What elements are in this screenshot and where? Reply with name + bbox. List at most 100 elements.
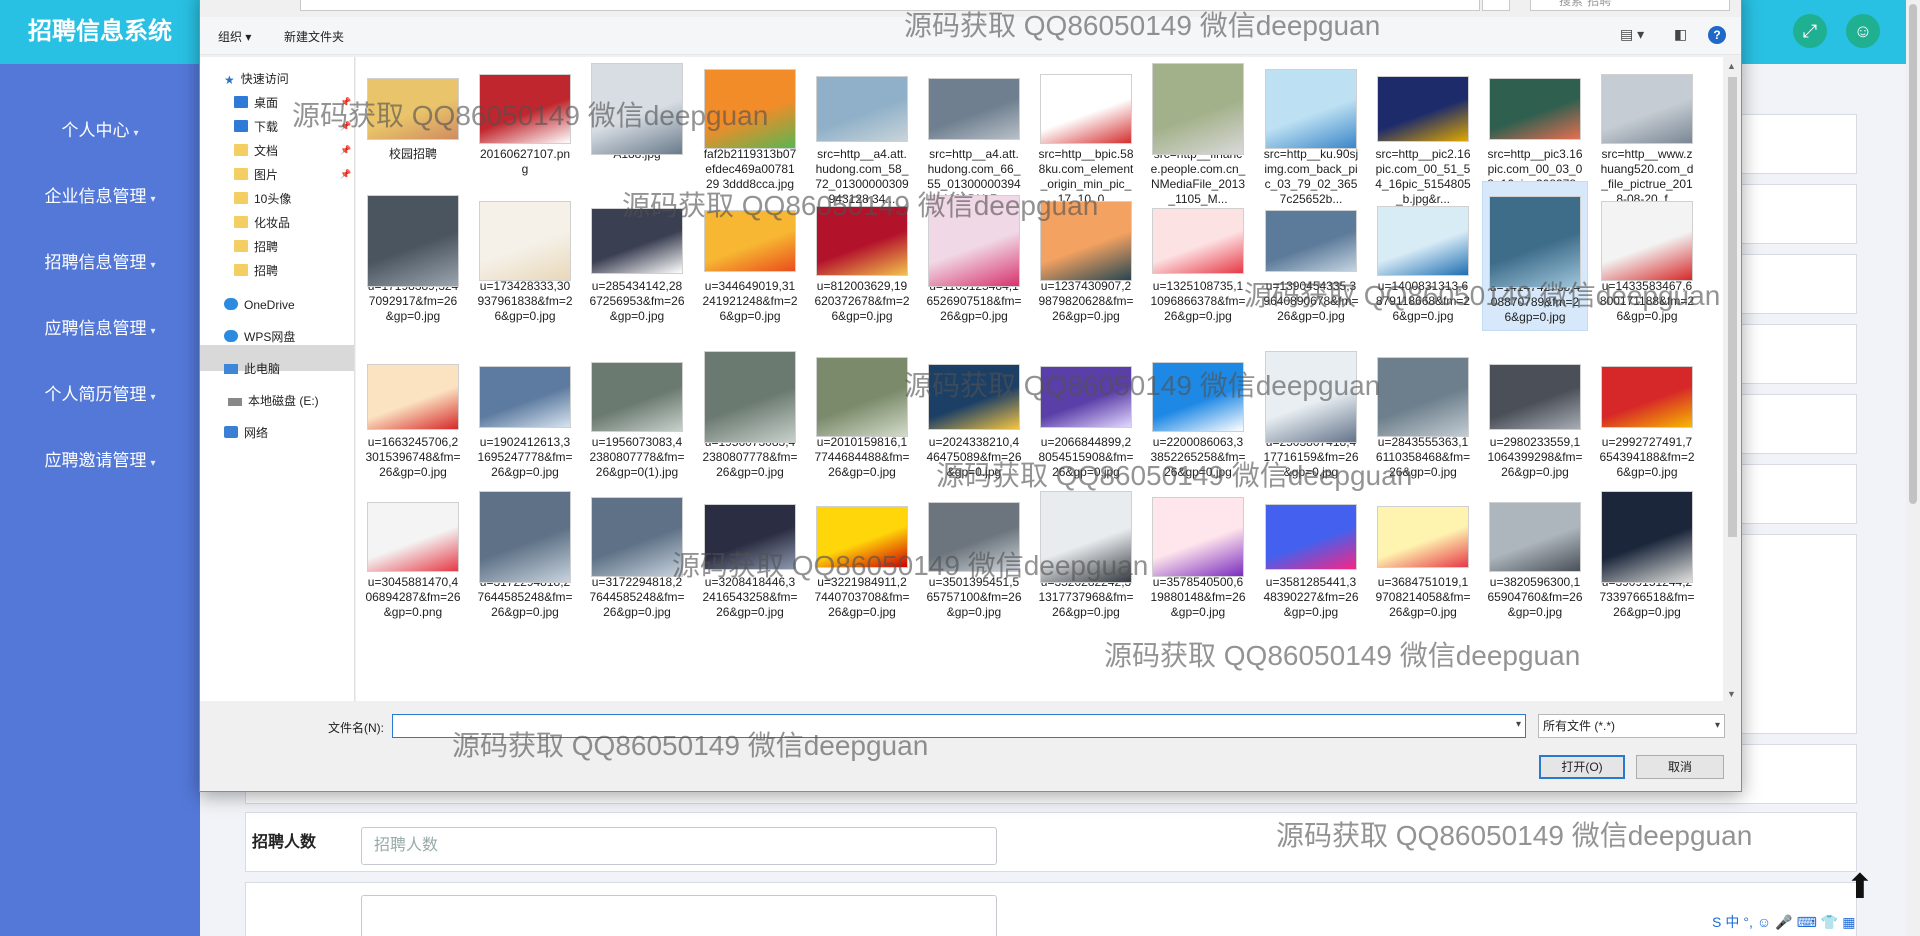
file-item[interactable]: src=http__ku.90sjimg.com_back_pic_03_79_… [1258,57,1364,206]
ime-glyph[interactable]: 🎤 [1775,914,1792,930]
address-bar[interactable] [300,0,1480,11]
file-list-scrollbar-thumb[interactable] [1728,77,1737,537]
file-item[interactable]: u=173428333,30937961838&fm=26&gp=0.jpg [472,181,578,331]
file-item[interactable]: u=2980233559,11064399298&fm=26&gp=0.jpg [1482,337,1588,487]
nav-item[interactable]: 此电脑 [224,357,280,381]
file-item[interactable]: u=3045881470,406894287&fm=26&gp=0.png [360,477,466,627]
refresh-button[interactable] [1482,0,1510,11]
nav-item[interactable]: 本地磁盘 (E:) [228,389,319,413]
file-item[interactable]: src=http__finance.people.com.cn_NMediaFi… [1145,57,1251,206]
chevron-down-icon[interactable]: ▾ [1715,715,1720,737]
file-item[interactable]: src=http__pic3.16pic.com_00_03_08_16pic_… [1482,57,1588,206]
sidebar-item[interactable]: 应聘邀请管理 ▾ [0,428,200,494]
file-item[interactable]: u=1433583467,6800171188&fm=26&gp=0.jpg [1594,181,1700,331]
file-item[interactable]: u=1956073083,42380807778&fm=26&gp=0.jpg [697,337,803,487]
organize-button[interactable]: 组织 ▾ [218,28,251,45]
scroll-down-icon[interactable]: ▼ [1727,689,1736,699]
file-item[interactable]: u=1956073083,42380807778&fm=26&gp=0(1).j… [584,337,690,487]
file-item[interactable]: src=http__www.zhuang520.com_d_file_pictr… [1594,57,1700,206]
sidebar-item[interactable]: 应聘信息管理 ▾ [0,296,200,362]
sidebar-item[interactable]: 个人中心 ▾ [0,98,200,164]
sidebar-item[interactable]: 个人简历管理 ▾ [0,362,200,428]
file-item[interactable]: src=http__a4.att.hudong.com_58_72_013000… [809,57,915,206]
fullscreen-icon[interactable]: ⤢ [1793,14,1827,48]
file-item[interactable]: src=http__pic2.16pic.com_00_51_54_16pic_… [1370,57,1476,206]
file-item[interactable]: src=http__a4.att.hudong.com_66_55_013000… [921,57,1027,206]
file-item[interactable]: u=3172294818,27644585248&fm=26&gp=0.jpg [472,477,578,627]
file-item[interactable]: u=1390454335,39640890678&fm=26&gp=0.jpg [1258,181,1364,331]
file-item[interactable]: u=1105125484,16526907518&fm=26&gp=0.jpg [921,181,1027,331]
file-item[interactable]: A188.jpg [584,57,690,199]
nav-item[interactable]: ★ 快速访问 [224,67,289,91]
ime-glyph[interactable]: °, [1743,914,1753,930]
file-item[interactable]: src=http__bpic.588ku.com_element_origin_… [1033,57,1139,206]
file-item[interactable]: u=3581285441,348390227&fm=26&gp=0.jpg [1258,477,1364,627]
file-item[interactable]: u=3909151244,27339766518&fm=26&gp=0.jpg [1594,477,1700,627]
file-item[interactable]: u=3221984911,27440703708&fm=26&gp=0.jpg [809,477,915,627]
ime-glyph[interactable]: ☺ [1757,914,1771,930]
sidebar-item[interactable]: 招聘信息管理 ▾ [0,230,200,296]
help-icon[interactable]: ? [1708,26,1726,44]
textarea-field[interactable] [361,895,997,936]
nav-item[interactable]: 桌面 [234,91,278,115]
file-item[interactable]: u=1414742736,408870789&fm=26&gp=0.jpg [1482,181,1588,331]
file-item[interactable]: u=2010159816,17744684488&fm=26&gp=0.jpg [809,337,915,487]
filetype-select[interactable]: 所有文件 (*.*) ▾ [1538,714,1725,738]
nav-item[interactable]: 下载 [234,115,278,139]
filename-input[interactable]: ▾ [392,714,1526,738]
user-icon[interactable]: ☺ [1846,14,1880,48]
file-item[interactable]: u=1400831313,6879118668&fm=26&gp=0.jpg [1370,181,1476,331]
file-item[interactable]: u=3208418446,32416543258&fm=26&gp=0.jpg [697,477,803,627]
nav-item[interactable]: 图片 [234,163,278,187]
file-item[interactable]: u=1663245706,23015396748&fm=26&gp=0.jpg [360,337,466,487]
file-item[interactable]: faf2b2119313b07efdec469a0078129 3ddd8cca… [697,57,803,199]
file-item[interactable]: u=17198389,3247092917&fm=26&gp=0.jpg [360,181,466,331]
nav-item[interactable]: 10头像 [234,187,291,211]
file-item[interactable]: u=285434142,2867256953&fm=26&gp=0.jpg [584,181,690,331]
file-item[interactable]: u=3520282242,31317737968&fm=26&gp=0.jpg [1033,477,1139,627]
file-item[interactable]: u=1237430907,29879820628&fm=26&gp=0.jpg [1033,181,1139,331]
back-to-top-icon[interactable]: ⬆ [1840,870,1880,904]
file-item[interactable]: u=1325108735,11096866378&fm=26&gp=0.jpg [1145,181,1251,331]
file-item[interactable]: u=2992727491,7654394188&fm=26&gp=0.jpg [1594,337,1700,487]
file-item[interactable]: u=3820596300,165904760&fm=26&gp=0.jpg [1482,477,1588,627]
file-item[interactable]: u=2066844899,28054515908&fm=26&gp=0.jpg [1033,337,1139,487]
ime-glyph[interactable]: ▦ [1842,914,1855,930]
scroll-up-icon[interactable]: ▲ [1727,61,1736,71]
recruit-count-input[interactable]: 招聘人数 [361,827,997,865]
page-scrollbar-thumb[interactable] [1909,4,1917,504]
nav-item[interactable]: 招聘 [234,235,278,259]
nav-item[interactable]: OneDrive [224,293,295,317]
nav-item[interactable]: 招聘 [234,259,278,283]
file-item[interactable]: u=812003629,19620372678&fm=26&gp=0.jpg [809,181,915,331]
file-item[interactable]: u=2503807418,417716159&fm=26&gp=0.jpg [1258,337,1364,487]
ime-toolbar[interactable]: S 中 °, ☺ 🎤 ⌨ 👕 ▦ [1712,912,1859,936]
cancel-button[interactable]: 取消 [1636,755,1724,779]
preview-pane-icon[interactable]: ◧ [1674,26,1687,43]
sidebar-item[interactable]: 企业信息管理 ▾ [0,164,200,230]
file-item[interactable]: 校园招聘 [360,57,466,199]
view-options-icon[interactable]: ▤ ▾ [1620,26,1644,43]
file-item[interactable]: u=2843555363,16110358468&fm=26&gp=0.jpg [1370,337,1476,487]
nav-item[interactable]: 文档 [234,139,278,163]
open-button[interactable]: 打开(O) [1539,755,1625,779]
file-item[interactable]: u=344649019,31241921248&fm=26&gp=0.jpg [697,181,803,331]
chevron-down-icon[interactable]: ▾ [1516,719,1521,730]
file-item[interactable]: u=3172294818,27644585248&fm=26&gp=0.jpg [584,477,690,627]
file-item[interactable]: 20160627107.png [472,57,578,199]
ime-glyph[interactable]: 中 [1725,914,1739,930]
file-item[interactable]: u=1902412613,31695247778&fm=26&gp=0.jpg [472,337,578,487]
ime-glyph[interactable]: ⌨ [1797,914,1817,930]
new-folder-button[interactable]: 新建文件夹 [284,28,344,45]
dialog-search-input[interactable]: 搜索"招聘" [1530,0,1730,11]
ime-glyph[interactable]: S [1712,914,1721,930]
file-item[interactable]: u=3501395451,565757100&fm=26&gp=0.jpg [921,477,1027,627]
file-item[interactable]: u=3684751019,19708214058&fm=26&gp=0.jpg [1370,477,1476,627]
file-item[interactable]: u=2200086063,33852265258&fm=26&gp=0.jpg [1145,337,1251,487]
nav-item[interactable]: 网络 [224,421,268,445]
file-item[interactable]: u=3578540500,619880148&fm=26&gp=0.jpg [1145,477,1251,627]
nav-item[interactable]: WPS网盘 [224,325,295,349]
nav-item[interactable]: 化妆品 [234,211,290,235]
file-item[interactable]: u=2024338210,446475089&fm=26&gp=0.jpg [921,337,1027,487]
ime-glyph[interactable]: 👕 [1821,914,1838,930]
